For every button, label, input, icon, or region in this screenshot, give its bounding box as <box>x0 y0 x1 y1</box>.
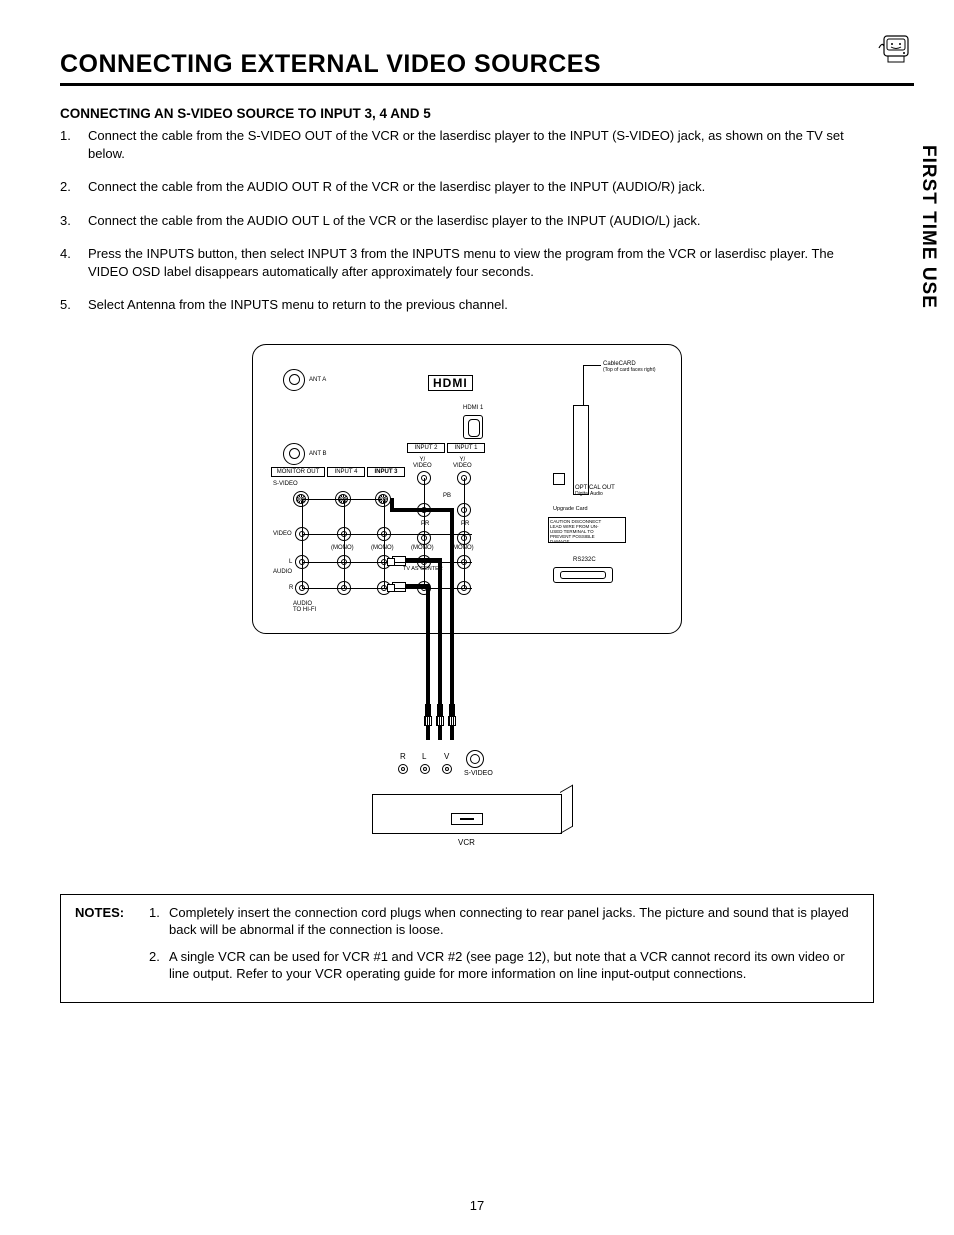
input2-label: INPUT 2 <box>407 443 445 453</box>
note-item: Completely insert the connection cord pl… <box>149 905 859 939</box>
pr-label: PR <box>461 521 469 527</box>
vcr-slot-icon <box>451 813 483 825</box>
instruction-list: Connect the cable from the S-VIDEO OUT o… <box>60 127 874 314</box>
pr-label: PR <box>421 521 429 527</box>
page-header: CONNECTING EXTERNAL VIDEO SOURCES <box>60 50 914 86</box>
page-number: 17 <box>0 1198 954 1213</box>
cable-head-icon <box>424 704 432 726</box>
cablecard-slot <box>573 405 589 495</box>
ant-a-jack <box>283 369 305 391</box>
device-svideo-jack <box>466 750 484 768</box>
note-item: A single VCR can be used for VCR #1 and … <box>149 949 859 983</box>
yvideo-label: Y/ VIDEO <box>453 457 472 469</box>
device-v-label: V <box>444 752 449 761</box>
yvideo-label: Y/ VIDEO <box>413 457 432 469</box>
section-heading: CONNECTING AN S-VIDEO SOURCE TO INPUT 3,… <box>60 106 874 121</box>
page-title: CONNECTING EXTERNAL VIDEO SOURCES <box>60 50 914 79</box>
caution-box: CAUTION DISCONNECT LEAD WIRE FROM UN- US… <box>548 517 626 543</box>
hdmi1-label: HDMI 1 <box>463 405 483 411</box>
connection-diagram: ANT A ANT B HDMI HDMI 1 CableCARD (Top o… <box>252 344 682 854</box>
optical-out-label: OPTICAL OUT <box>575 485 615 491</box>
step-item: Connect the cable from the AUDIO OUT R o… <box>60 178 874 196</box>
vcr-label: VCR <box>458 838 475 847</box>
mono-label: (MONO) <box>411 545 434 551</box>
audio-row-label: AUDIO <box>273 569 292 575</box>
input4-label: INPUT 4 <box>327 467 365 477</box>
device-v-jack <box>442 764 452 774</box>
tv-as-center-label: TV AS CENTER <box>403 567 443 573</box>
cable-head-icon <box>436 704 444 726</box>
video-row-label: VIDEO <box>273 531 292 537</box>
device-r-jack <box>398 764 408 774</box>
device-svideo-label: S-VIDEO <box>464 770 493 777</box>
ant-b-label: ANT B <box>309 451 327 457</box>
device-l-label: L <box>422 752 426 761</box>
hdmi-port <box>463 415 483 439</box>
notes-box: NOTES: Completely insert the connection … <box>60 894 874 1004</box>
monitor-out-label: MONITOR OUT <box>271 467 325 477</box>
tv-rear-panel: ANT A ANT B HDMI HDMI 1 CableCARD (Top o… <box>252 344 682 634</box>
svideo-row-label: S-VIDEO <box>273 481 298 487</box>
rca-plug-r <box>392 582 406 592</box>
ant-a-label: ANT A <box>309 377 326 383</box>
digital-audio-label: Digital Audio <box>575 492 603 497</box>
step-item: Select Antenna from the INPUTS menu to r… <box>60 296 874 314</box>
pb-label: PB <box>443 493 451 499</box>
ant-b-jack <box>283 443 305 465</box>
section-tab: FIRST TIME USE <box>917 145 939 309</box>
mono-label: (MONO) <box>331 545 354 551</box>
cablecard-label: CableCARD <box>603 361 636 367</box>
rca-plug-l <box>392 556 406 566</box>
notes-heading: NOTES: <box>75 905 135 993</box>
input3-label: INPUT 3 <box>367 467 405 477</box>
input1-label: INPUT 1 <box>447 443 485 453</box>
rs232c-label: RS232C <box>573 557 596 563</box>
cablecard-note: (Top of card faces right) <box>603 368 656 373</box>
device-l-jack <box>420 764 430 774</box>
hdmi-logo: HDMI <box>428 375 473 391</box>
notes-list: Completely insert the connection cord pl… <box>149 905 859 993</box>
rs232c-port <box>553 567 613 583</box>
mono-label: (MONO) <box>451 545 474 551</box>
mono-label: (MONO) <box>371 545 394 551</box>
step-item: Press the INPUTS button, then select INP… <box>60 245 874 280</box>
upgrade-card-label: Upgrade Card <box>553 507 588 513</box>
step-item: Connect the cable from the AUDIO OUT L o… <box>60 212 874 230</box>
step-item: Connect the cable from the S-VIDEO OUT o… <box>60 127 874 162</box>
to-hifi-label: AUDIO TO HI-FI <box>293 601 316 613</box>
device-r-label: R <box>400 752 406 761</box>
tv-character-icon <box>874 30 914 70</box>
vcr-device <box>372 794 562 834</box>
r-label: R <box>289 585 293 591</box>
cable-head-icon <box>448 704 456 726</box>
l-label: L <box>289 559 292 565</box>
optical-out-port <box>553 473 565 485</box>
